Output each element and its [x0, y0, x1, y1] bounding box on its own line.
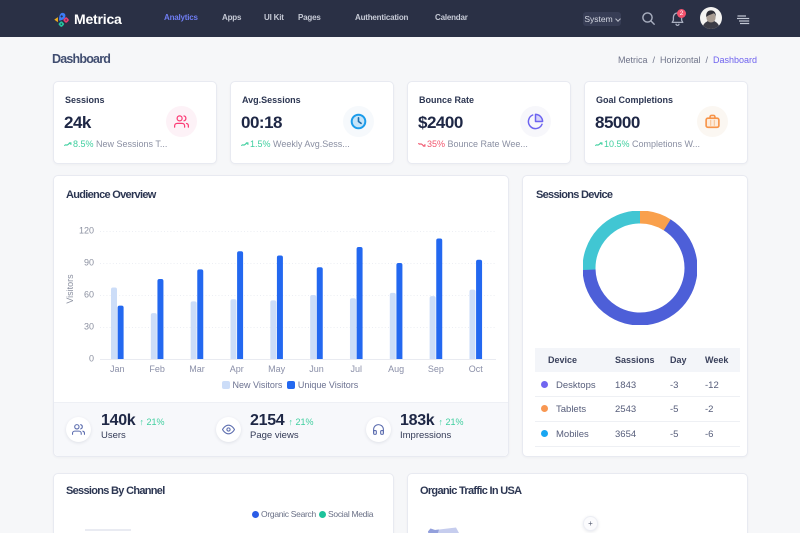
svg-text:Jun: Jun	[309, 364, 324, 374]
svg-text:Aug: Aug	[388, 364, 404, 374]
svg-text:Jan: Jan	[110, 364, 125, 374]
svg-text:Visitors: Visitors	[65, 274, 75, 304]
svg-text:0: 0	[89, 353, 94, 363]
svg-text:Jul: Jul	[351, 364, 363, 374]
svg-text:Oct: Oct	[469, 364, 484, 374]
svg-text:Feb: Feb	[149, 364, 165, 374]
svg-text:30: 30	[84, 321, 94, 331]
svg-text:May: May	[268, 364, 286, 374]
svg-text:Apr: Apr	[230, 364, 244, 374]
svg-text:90: 90	[84, 257, 94, 267]
svg-text:60: 60	[84, 289, 94, 299]
svg-text:Sep: Sep	[428, 364, 444, 374]
svg-text:120: 120	[79, 225, 94, 235]
svg-text:Mar: Mar	[189, 364, 205, 374]
